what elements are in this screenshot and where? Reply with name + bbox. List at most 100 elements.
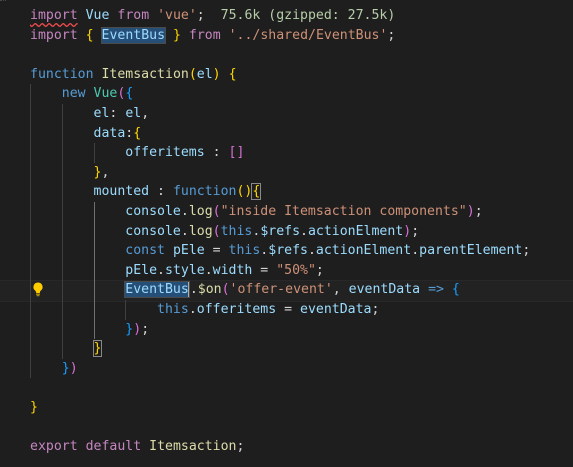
code-line[interactable]: }	[0, 339, 573, 359]
code-token: .	[204, 262, 213, 278]
code-text: });	[30, 320, 149, 340]
code-token: (	[221, 282, 230, 298]
code-token: :	[149, 184, 173, 200]
code-token: offeritems	[196, 302, 277, 317]
code-token: eventData	[300, 302, 372, 317]
code-token: }	[172, 27, 181, 43]
code-token: el	[93, 106, 110, 121]
code-line[interactable]: import { EventBus } from '../shared/Even…	[0, 26, 573, 46]
code-text: },	[30, 163, 110, 183]
code-token: .	[180, 223, 189, 239]
code-token: .	[188, 302, 197, 317]
code-token: =>	[428, 282, 444, 298]
code-token: ;	[387, 27, 396, 43]
code-text: }	[30, 339, 103, 359]
code-token: ,	[332, 282, 349, 298]
code-token: =	[276, 302, 300, 317]
code-token: function	[30, 66, 94, 82]
code-line[interactable]: const pEle = this.$refs.actionElment.par…	[0, 241, 573, 261]
code-token: ;	[371, 302, 380, 317]
code-token: :	[204, 145, 229, 161]
code-token: (	[212, 223, 221, 239]
code-line[interactable]	[0, 418, 573, 438]
lightbulb-icon[interactable]	[30, 281, 46, 297]
code-token: log	[188, 204, 213, 219]
code-token: style	[165, 262, 205, 278]
code-token: )	[69, 360, 78, 376]
code-token: console	[125, 223, 181, 239]
code-token: .	[300, 223, 308, 239]
code-line[interactable]: import Vue from 'vue'; 75.6k (gzipped: 2…	[0, 6, 573, 26]
code-text: this.offeritems = eventData;	[30, 300, 379, 320]
code-token: 'vue'	[157, 8, 197, 23]
code-token: '../shared/EventBus'	[228, 27, 388, 43]
code-line[interactable]: }	[0, 398, 573, 418]
code-token: ;	[196, 8, 205, 23]
code-token: new	[61, 86, 86, 102]
code-line[interactable]: offeritems : []	[0, 143, 573, 163]
code-line[interactable]	[0, 378, 573, 398]
code-line[interactable]: el: el,	[0, 104, 573, 124]
code-line[interactable]: mounted : function(){	[0, 182, 573, 202]
code-token: $refs	[268, 243, 308, 259]
code-line[interactable]: })	[0, 358, 573, 379]
code-token: ;	[411, 223, 420, 239]
code-token: parentElement	[419, 243, 523, 259]
code-text: pEle.style.width = "50%";	[30, 261, 324, 281]
code-line[interactable]: export default Itemsaction;	[0, 437, 573, 457]
code-editor[interactable]: import Vue from 'vue'; 75.6k (gzipped: 2…	[0, 0, 573, 467]
code-line[interactable]: this.offeritems = eventData;	[0, 300, 573, 320]
code-token: Vue	[93, 86, 118, 102]
code-token: data	[93, 125, 126, 141]
code-text: })	[30, 359, 78, 379]
code-line[interactable]: console.log("inside Itemsaction componen…	[0, 202, 573, 222]
code-line[interactable]	[0, 45, 573, 65]
code-token: from	[188, 27, 221, 43]
code-token: console	[125, 204, 181, 219]
code-text: new Vue({	[30, 84, 134, 104]
code-text: offeritems : []	[30, 143, 244, 163]
code-token: this	[157, 302, 189, 317]
code-text: data:{	[30, 124, 142, 144]
code-line[interactable]: console.log(this.$refs.actionElment);	[0, 221, 573, 242]
code-token: EventBus	[124, 281, 190, 299]
code-token: "inside Itemsaction components"	[220, 204, 467, 219]
code-line[interactable]: EventBus.$on('offer-event', eventData =>…	[0, 280, 573, 300]
code-token: el	[196, 66, 213, 82]
code-token: import	[30, 27, 78, 43]
code-token: }	[30, 400, 38, 415]
code-token: )	[133, 321, 142, 337]
code-token: Itemsaction	[101, 66, 189, 82]
code-line[interactable]: data:{	[0, 123, 573, 144]
code-line[interactable]: },	[0, 162, 573, 183]
code-token: ;	[141, 321, 150, 337]
code-token: log	[188, 223, 213, 239]
code-token: "50%"	[276, 262, 316, 278]
code-token: :	[109, 106, 126, 121]
code-line[interactable]: pEle.style.width = "50%";	[0, 260, 573, 281]
code-token: EventBus	[100, 26, 167, 44]
code-token: actionElment	[315, 243, 412, 259]
code-line[interactable]: });	[0, 319, 573, 340]
code-token: {	[85, 27, 94, 43]
code-line[interactable]: function Itemsaction(el) {	[0, 65, 573, 85]
code-token: .	[180, 204, 189, 219]
code-text: import { EventBus } from '../shared/Even…	[30, 26, 395, 46]
code-token: const	[125, 243, 165, 259]
code-token: this	[228, 243, 261, 259]
code-line[interactable]: new Vue({	[0, 84, 573, 104]
